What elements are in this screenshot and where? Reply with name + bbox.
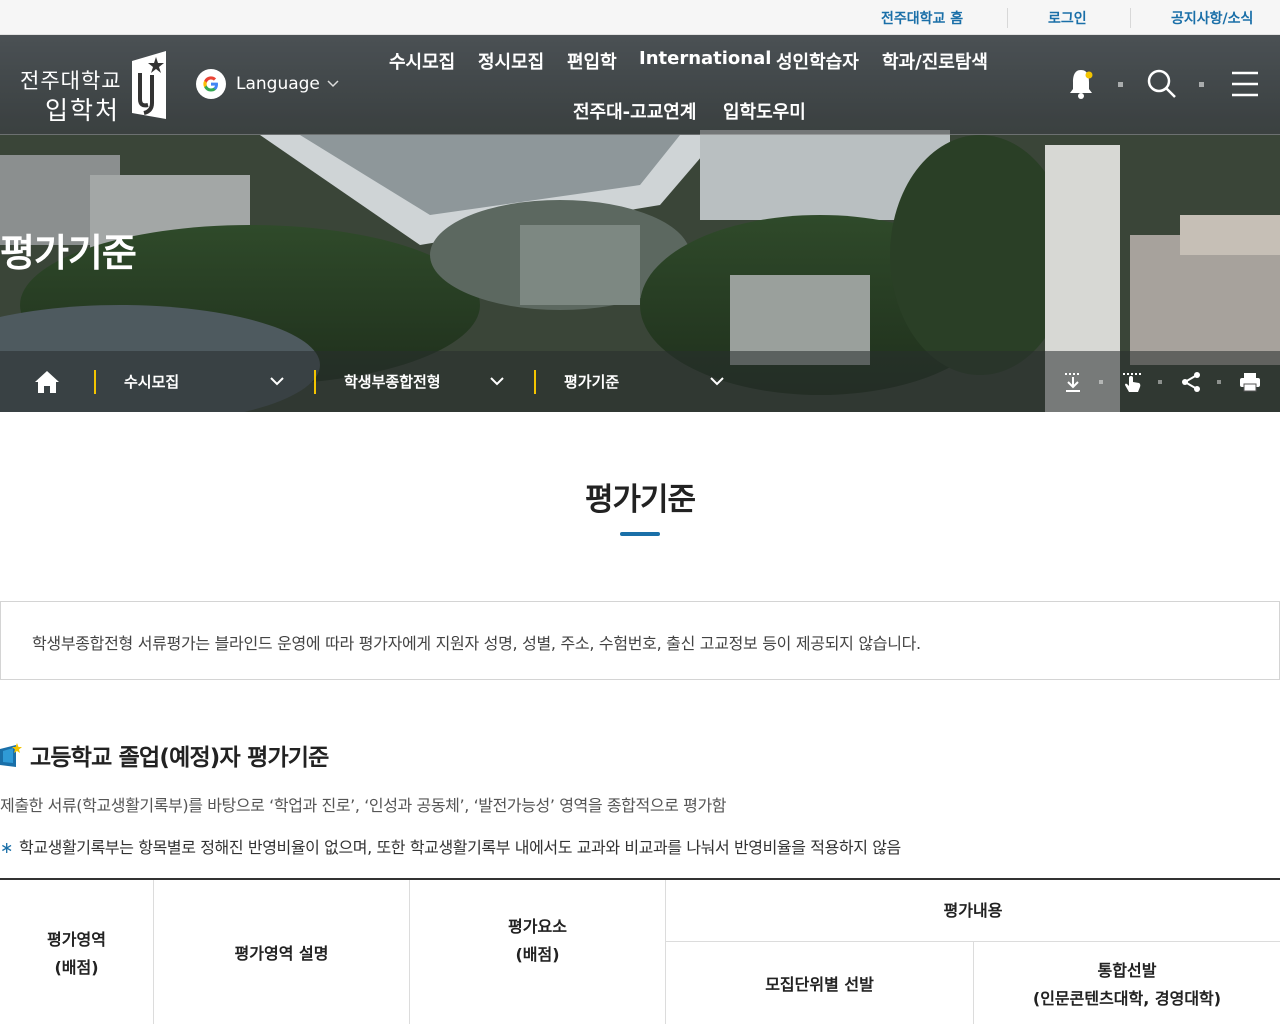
header-area-line1: 평가영역 [47, 930, 106, 949]
header-content-text: 평가내용 [943, 900, 1003, 920]
breadcrumb-level3[interactable]: 평가기준 [564, 351, 729, 412]
divider [94, 370, 96, 394]
nav-regular-admission[interactable]: 정시모집 [478, 48, 544, 74]
breadcrumb-level1[interactable]: 수시모집 [124, 351, 289, 412]
bell-icon[interactable] [1068, 67, 1094, 99]
chevron-down-icon [490, 377, 504, 386]
menu-icon[interactable] [1231, 71, 1259, 97]
print-icon[interactable] [1239, 371, 1261, 393]
breadcrumb: 수시모집 학생부종합전형 평가기준 [0, 351, 1280, 412]
nav-highschool-link[interactable]: 전주대-고교연계 [573, 98, 696, 124]
notice-text: 학생부종합전형 서류평가는 블라인드 운영에 따라 평가자에게 지원자 성명, … [32, 634, 921, 653]
chevron-down-icon [270, 377, 284, 386]
table-header-area: 평가영역 (배점) [0, 880, 153, 1024]
header-bar: 전주대학교 입학처 Language 수시모집 정시모집 편입학 Interna… [0, 35, 1280, 135]
divider [534, 370, 536, 394]
touch-icon[interactable] [1121, 371, 1143, 393]
search-icon[interactable] [1147, 69, 1177, 99]
asterisk-icon: ∗ [0, 838, 14, 857]
table-header-description: 평가영역 설명 [154, 880, 409, 1024]
header-integrated-line2: (인문콘텐츠대학, 경영대학) [1032, 989, 1222, 1008]
home-icon[interactable] [34, 370, 60, 394]
language-label: Language [236, 74, 320, 94]
language-selector[interactable]: Language [196, 69, 340, 99]
divider [1217, 380, 1221, 384]
table-header-unit-selection: 모집단위별 선발 [666, 942, 973, 1024]
breadcrumb-level2-label: 학생부종합전형 [344, 373, 441, 391]
university-home-link[interactable]: 전주대학교 홈 [881, 8, 963, 28]
table-header-element: 평가요소 (배점) [410, 880, 665, 1002]
nav-early-admission[interactable]: 수시모집 [389, 48, 455, 74]
chevron-down-icon [327, 80, 339, 88]
login-link[interactable]: 로그인 [1048, 8, 1087, 28]
nav-department-explore[interactable]: 학과/진로탐색 [882, 48, 988, 74]
breadcrumb-level2[interactable]: 학생부종합전형 [344, 351, 509, 412]
hero-title: 평가기준 [0, 231, 137, 275]
nav-transfer[interactable]: 편입학 [567, 48, 617, 74]
divider [1007, 8, 1008, 28]
header-element-line1: 평가요소 [508, 917, 567, 936]
google-icon [196, 69, 226, 99]
nav-international[interactable]: International [639, 48, 771, 69]
table-header-integrated-selection: 통합선발 (인문콘텐츠대학, 경영대학) [974, 942, 1280, 1024]
nav-admission-helper[interactable]: 입학도우미 [723, 98, 806, 124]
page-title: 평가기준 [584, 482, 696, 518]
divider [1199, 82, 1204, 87]
hero-banner: 전주대학교 입학처 Language 수시모집 정시모집 편입학 Interna… [0, 35, 1280, 412]
divider [1099, 380, 1103, 384]
divider [1118, 82, 1123, 87]
section-heading: 고등학교 졸업(예정)자 평가기준 [0, 738, 329, 772]
evaluation-table: 평가영역 (배점) 평가영역 설명 평가요소 (배점) 평가내용 모집단위별 선… [0, 878, 1280, 1024]
section-note: ∗ 학교생활기록부는 항목별로 정해진 반영비율이 없으며, 또한 학교생활기록부… [0, 834, 901, 858]
header-area-line2: (배점) [54, 958, 99, 977]
chevron-down-icon [710, 377, 724, 386]
share-icon[interactable] [1180, 371, 1202, 393]
divider [1158, 380, 1162, 384]
notice-link[interactable]: 공지사항/소식 [1171, 8, 1253, 28]
table-header-content: 평가내용 [666, 880, 1280, 941]
header-element-line2: (배점) [515, 945, 560, 964]
logo-office-name: 입학처 [45, 96, 121, 125]
breadcrumb-level1-label: 수시모집 [124, 373, 180, 391]
notice-box: 학생부종합전형 서류평가는 블라인드 운영에 따라 평가자에게 지원자 성명, … [0, 601, 1280, 680]
section-heading-text: 고등학교 졸업(예정)자 평가기준 [30, 745, 329, 771]
header-description-text: 평가영역 설명 [234, 944, 329, 963]
header-unit-selection-text: 모집단위별 선발 [765, 975, 874, 994]
university-logo-mark[interactable] [128, 51, 168, 119]
divider [314, 370, 316, 394]
book-icon [0, 743, 22, 767]
section-description: 제출한 서류(학교생활기록부)를 바탕으로 ‘학업과 진로’, ‘인성과 공동체… [0, 796, 727, 815]
divider [1130, 8, 1131, 28]
section-note-text: 학교생활기록부는 항목별로 정해진 반영비율이 없으며, 또한 학교생활기록부 … [19, 838, 901, 857]
breadcrumb-level3-label: 평가기준 [564, 373, 620, 391]
utility-bar: 전주대학교 홈 로그인 공지사항/소식 [0, 0, 1280, 35]
nav-adult-learner[interactable]: 성인학습자 [776, 48, 859, 74]
header-integrated-line1: 통합선발 [1097, 961, 1157, 980]
title-underline [620, 532, 660, 536]
download-icon[interactable] [1062, 371, 1084, 393]
